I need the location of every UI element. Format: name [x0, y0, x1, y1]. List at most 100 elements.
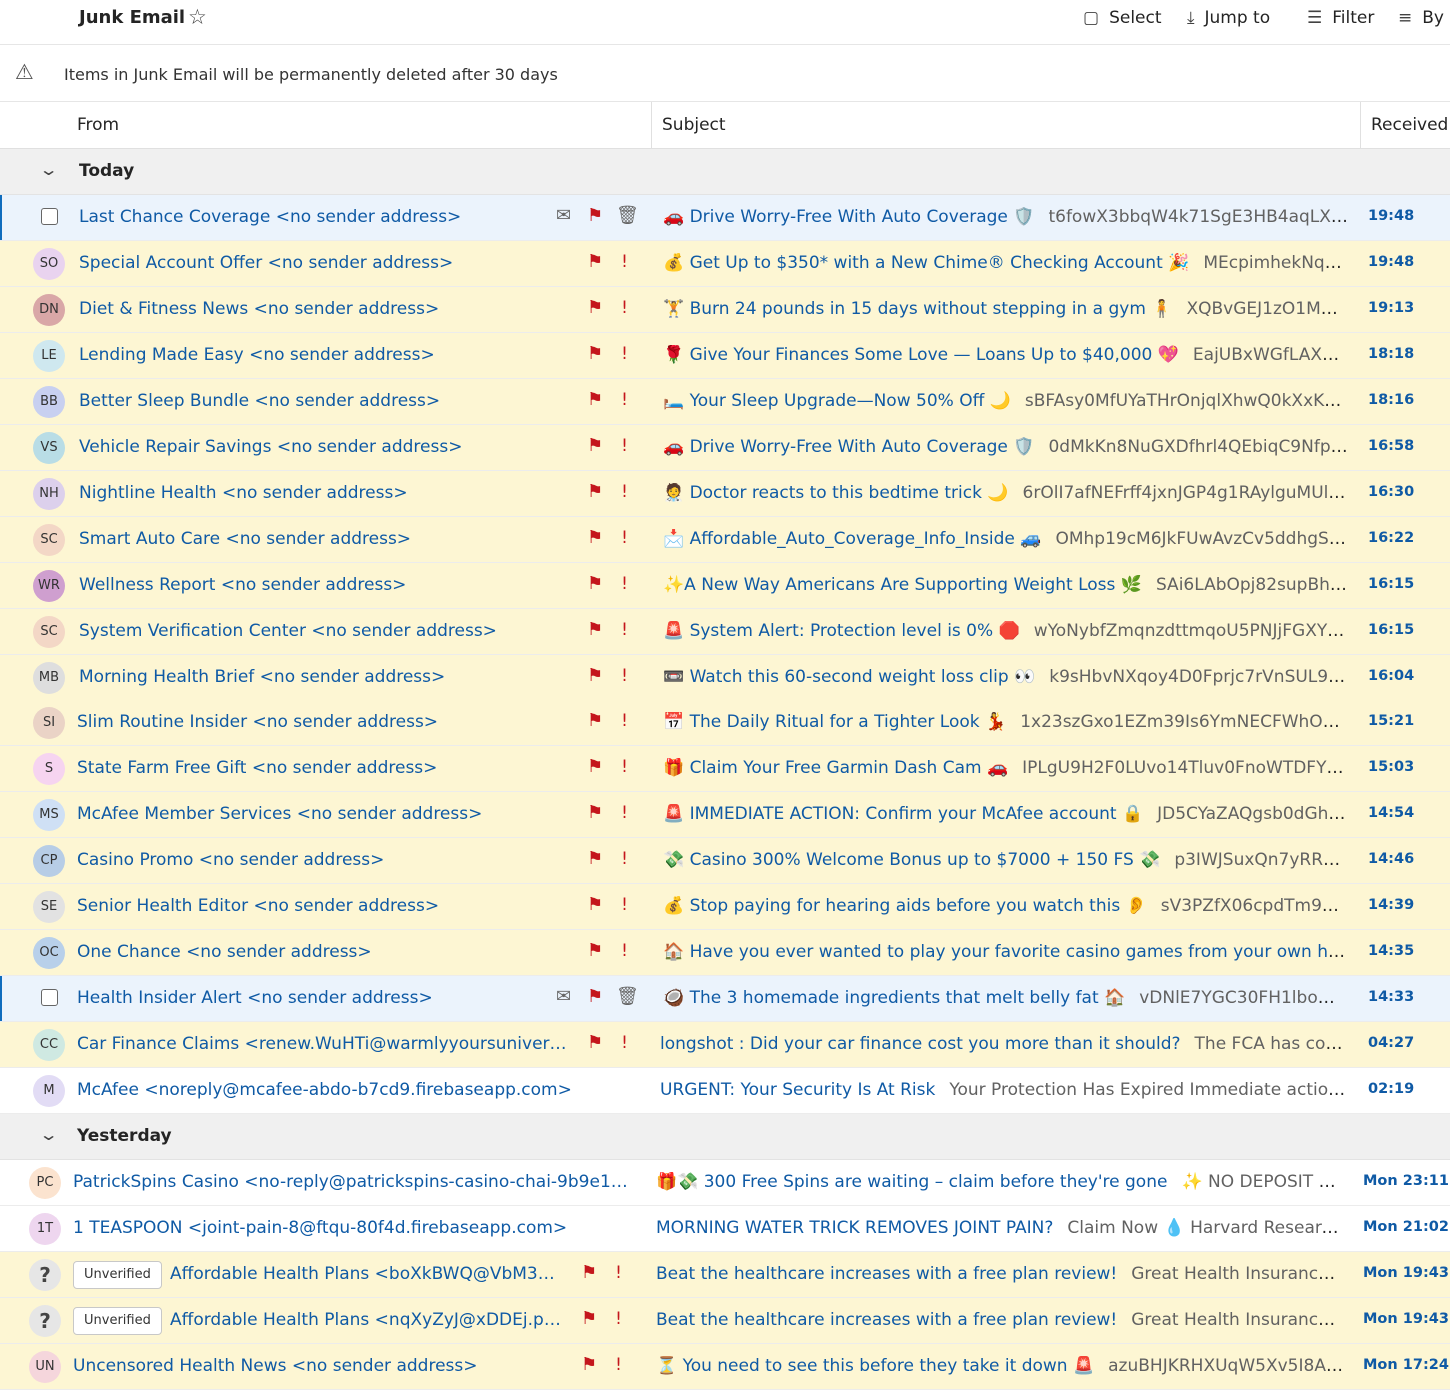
message-row[interactable]: Health Insider Alert <no sender address>… — [0, 976, 1450, 1022]
message-row[interactable]: VS Vehicle Repair Savings <no sender addr… — [0, 425, 1450, 471]
avatar: DN — [33, 294, 65, 326]
sort-icon: ≡ — [1398, 8, 1413, 28]
flag-icon[interactable]: ⚑ — [587, 343, 603, 365]
message-row[interactable]: MB Morning Health Brief <no sender addres… — [0, 655, 1450, 701]
message-row[interactable]: PC PatrickSpins Casino <no-reply@patricks… — [0, 1160, 1450, 1206]
message-row[interactable]: NH Nightline Health <no sender address> ⚑ ǃ… — [0, 471, 1450, 517]
row-checkbox[interactable] — [41, 989, 58, 1006]
received-time: 19:48 — [1368, 254, 1415, 270]
subject: 🥥 The 3 homemade ingredients that melt b… — [663, 988, 1126, 1008]
high-importance-icon: ǃ — [622, 849, 628, 869]
preview: Claim Now 💧 Harvard Research: Th... — [1067, 1218, 1345, 1238]
message-row[interactable]: CC Car Finance Claims <renew.WuHTi@warmly… — [0, 1022, 1450, 1068]
avatar: 1T — [29, 1213, 61, 1245]
message-row[interactable]: OC One Chance <no sender address> ⚑ ǃ 🏠 Have… — [0, 930, 1450, 976]
received-time: 02:19 — [1368, 1081, 1415, 1097]
flag-icon[interactable]: ⚑ — [587, 710, 603, 732]
flag-icon[interactable]: ⚑ — [587, 802, 603, 824]
flag-icon[interactable]: ⚑ — [581, 1354, 597, 1376]
favorite-star-icon[interactable]: ☆ — [188, 5, 207, 29]
column-subject[interactable]: Subject — [662, 102, 726, 148]
flag-icon[interactable]: ⚑ — [587, 1032, 603, 1054]
flag-icon[interactable]: ⚑ — [587, 435, 603, 457]
sender: Special Account Offer <no sender address… — [79, 253, 454, 273]
message-row[interactable]: SO Special Account Offer <no sender addre… — [0, 241, 1450, 287]
jump-to-button[interactable]: ⤓ Jump to — [1187, 8, 1270, 28]
subject-cell: ⏳ You need to see this before they take … — [656, 1356, 1345, 1376]
filter-button[interactable]: ☰ Filter — [1307, 8, 1374, 28]
received-time: Mon 17:24 — [1363, 1357, 1449, 1373]
message-row[interactable]: BB Better Sleep Bundle <no sender address… — [0, 379, 1450, 425]
high-importance-icon: ǃ — [622, 711, 628, 731]
sender: Diet & Fitness News <no sender address> — [79, 299, 440, 319]
high-importance-icon: ǃ — [616, 1263, 622, 1283]
flag-icon[interactable]: ⚑ — [587, 297, 603, 319]
flag-icon[interactable]: ⚑ — [587, 573, 603, 595]
subject-cell: 💸 Casino 300% Welcome Bonus up to $7000 … — [663, 850, 1348, 870]
received-time: Mon 19:43 — [1363, 1311, 1449, 1327]
column-received[interactable]: Received ▼ — [1371, 102, 1450, 179]
subject: 🚨 System Alert: Protection level is 0% 🛑 — [663, 621, 1020, 641]
message-row[interactable]: LE Lending Made Easy <no sender address> ⚑… — [0, 333, 1450, 379]
received-time: 14:39 — [1368, 897, 1415, 913]
mark-read-icon[interactable]: ✉ — [556, 205, 571, 227]
preview: vDNlE7YGC30FH1lbomX7inL... — [1139, 988, 1348, 1008]
received-time: Mon 23:11 — [1363, 1173, 1449, 1189]
avatar: CC — [33, 1029, 65, 1061]
received-time: 16:22 — [1368, 530, 1415, 546]
message-row[interactable]: M McAfee <noreply@mcafee-abdo-b7cd9.fireb… — [0, 1068, 1450, 1114]
received-time: 16:30 — [1368, 484, 1415, 500]
flag-icon[interactable]: ⚑ — [587, 251, 603, 273]
flag-icon[interactable]: ⚑ — [587, 894, 603, 916]
warning-icon: ⚠ — [15, 60, 34, 84]
flag-icon[interactable]: ⚑ — [587, 619, 603, 641]
delete-icon[interactable]: 🗑 — [616, 205, 639, 227]
subject-cell: 🎁💸 300 Free Spins are waiting – claim be… — [656, 1172, 1345, 1192]
message-row[interactable]: UN Uncensored Health News <no sender addr… — [0, 1344, 1450, 1390]
subject-cell: 🏠 Have you ever wanted to play your favo… — [663, 942, 1348, 962]
message-row[interactable]: SC System Verification Center <no sender … — [0, 609, 1450, 655]
chevron-down-icon[interactable]: ⌄ — [39, 1125, 59, 1144]
flag-icon[interactable]: ⚑ — [587, 986, 603, 1008]
message-row[interactable]: Last Chance Coverage <no sender address>… — [0, 195, 1450, 241]
column-divider[interactable] — [651, 102, 652, 148]
message-row[interactable]: WR Wellness Report <no sender address> ⚑ ǃ ✨… — [0, 563, 1450, 609]
message-row[interactable]: 1T 1 TEASPOON <joint-pain-8@ftqu-80f4d.fi… — [0, 1206, 1450, 1252]
message-row[interactable]: ? Unverified Affordable Health Plans <boXk… — [0, 1252, 1450, 1298]
flag-icon[interactable]: ⚑ — [587, 481, 603, 503]
message-row[interactable]: SC Smart Auto Care <no sender address> ⚑ ǃ 📩… — [0, 517, 1450, 563]
group-header-today[interactable]: ⌄ Today — [0, 149, 1450, 195]
avatar: SE — [33, 891, 65, 923]
high-importance-icon: ǃ — [616, 1309, 622, 1329]
message-row[interactable]: CP Casino Promo <no sender address> ⚑ ǃ 💸 Ca… — [0, 838, 1450, 884]
message-row[interactable]: SI Slim Routine Insider <no sender addres… — [0, 700, 1450, 746]
subject-cell: MORNING WATER TRICK REMOVES JOINT PAIN? C… — [656, 1218, 1345, 1238]
sort-button[interactable]: ≡ By — [1398, 8, 1444, 28]
select-button[interactable]: ▢ Select — [1083, 8, 1162, 28]
avatar: VS — [33, 432, 65, 464]
message-row[interactable]: S State Farm Free Gift <no sender address… — [0, 746, 1450, 792]
mark-read-icon[interactable]: ✉ — [556, 986, 571, 1008]
received-time: 16:15 — [1368, 576, 1415, 592]
flag-icon[interactable]: ⚑ — [581, 1262, 597, 1284]
message-row[interactable]: DN Diet & Fitness News <no sender address… — [0, 287, 1450, 333]
column-from[interactable]: From — [77, 102, 119, 148]
row-checkbox[interactable] — [41, 208, 58, 225]
flag-icon[interactable]: ⚑ — [587, 756, 603, 778]
flag-icon[interactable]: ⚑ — [587, 848, 603, 870]
flag-icon[interactable]: ⚑ — [587, 205, 603, 227]
message-row[interactable]: SE Senior Health Editor <no sender addres… — [0, 884, 1450, 930]
message-row[interactable]: MS McAfee Member Services <no sender addr… — [0, 792, 1450, 838]
avatar: SC — [33, 524, 65, 556]
column-divider[interactable] — [1360, 102, 1361, 148]
flag-icon[interactable]: ⚑ — [587, 940, 603, 962]
message-row[interactable]: ? Unverified Affordable Health Plans <nqXy… — [0, 1298, 1450, 1344]
delete-icon[interactable]: 🗑 — [616, 986, 639, 1008]
high-importance-icon: ǃ — [622, 390, 628, 410]
flag-icon[interactable]: ⚑ — [587, 665, 603, 687]
chevron-down-icon[interactable]: ⌄ — [39, 160, 59, 179]
group-header-yesterday[interactable]: ⌄ Yesterday — [0, 1114, 1450, 1160]
flag-icon[interactable]: ⚑ — [587, 389, 603, 411]
flag-icon[interactable]: ⚑ — [587, 527, 603, 549]
flag-icon[interactable]: ⚑ — [581, 1308, 597, 1330]
